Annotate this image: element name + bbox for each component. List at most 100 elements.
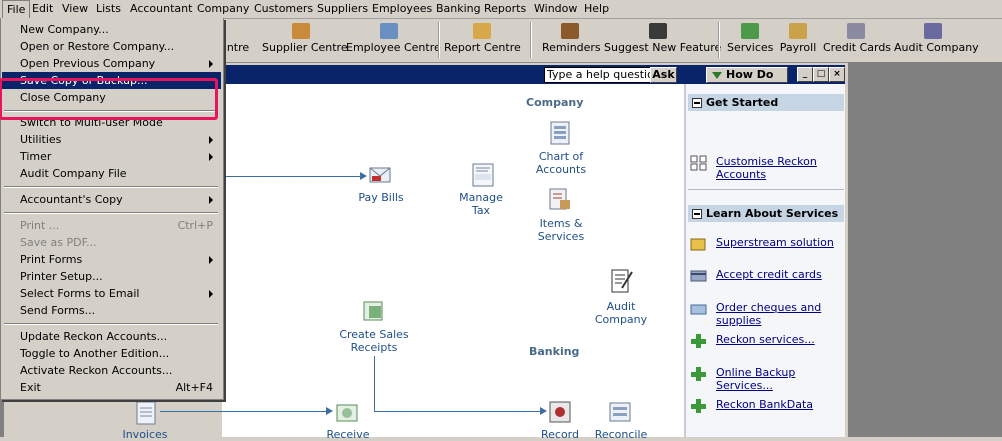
file-menu-dropdown: New Company... Open or Restore Company..… xyxy=(0,18,224,400)
toolbar-supplier-centre[interactable]: Supplier Centre xyxy=(262,21,348,60)
pay-bills-label[interactable]: Pay Bills xyxy=(356,191,406,204)
toolbar-audit-company[interactable]: Audit Company xyxy=(894,21,979,60)
menu-window[interactable]: Window xyxy=(530,0,581,18)
customise-reckon-link[interactable]: Customise Reckon Accounts xyxy=(690,155,844,183)
menu-customers[interactable]: Customers xyxy=(250,0,317,18)
menu-banking[interactable]: Banking xyxy=(432,0,485,18)
plus-icon xyxy=(691,367,706,381)
chart-of-accounts-label[interactable]: Chart of Accounts xyxy=(531,150,591,176)
get-started-header[interactable]: Get Started xyxy=(688,94,844,111)
menu-item-exit[interactable]: Exit Alt+F4 xyxy=(2,379,221,396)
record-deposits-icon[interactable] xyxy=(547,399,573,425)
submenu-arrow-icon xyxy=(209,256,213,264)
reckon-bankdata-link[interactable]: Reckon BankData xyxy=(690,398,844,414)
create-sales-receipts-label[interactable]: Create Sales Receipts xyxy=(338,328,410,354)
annotation-highlight-box xyxy=(0,78,218,120)
chevron-down-icon xyxy=(712,71,722,79)
manage-tax-icon[interactable] xyxy=(470,162,496,188)
menu-file[interactable]: File xyxy=(2,0,31,18)
minimize-button[interactable]: _ xyxy=(797,67,813,82)
menu-item-activate-reckon[interactable]: Activate Reckon Accounts... xyxy=(2,362,221,379)
toolbar-report-centre[interactable]: Report Centre xyxy=(444,21,521,60)
maximize-button[interactable]: □ xyxy=(813,67,829,82)
reminders-icon xyxy=(561,23,579,39)
reconcile-label[interactable]: Reconcile xyxy=(593,428,649,441)
flow-line xyxy=(374,411,542,412)
toolbar-credit-cards[interactable]: Credit Cards xyxy=(823,21,891,60)
menu-item-audit-company-file[interactable]: Audit Company File xyxy=(2,165,221,182)
menu-item-printer-setup[interactable]: Printer Setup... xyxy=(2,268,221,285)
order-cheques-link[interactable]: Order cheques and supplies xyxy=(690,301,844,329)
online-backup-link[interactable]: Online Backup Services... xyxy=(690,366,844,392)
chart-of-accounts-icon[interactable] xyxy=(547,120,573,146)
menu-separator xyxy=(4,186,218,188)
items-services-label[interactable]: Items & Services xyxy=(531,217,591,243)
toolbar-payroll[interactable]: Payroll xyxy=(778,21,818,60)
toolbar-separator xyxy=(718,22,720,58)
toolbar-suggest-new-feature[interactable]: Suggest New Feature xyxy=(604,21,721,60)
toolbar-customer-centre[interactable]: ntre xyxy=(218,21,258,60)
learn-about-services-header[interactable]: Learn About Services xyxy=(688,205,844,222)
audit-company-home-label[interactable]: Audit Company xyxy=(591,300,651,326)
menu-lists[interactable]: Lists xyxy=(92,0,125,18)
accept-credit-cards-link[interactable]: Accept credit cards xyxy=(690,268,844,284)
collapse-icon[interactable] xyxy=(692,98,702,108)
menu-item-timer[interactable]: Timer xyxy=(2,148,221,165)
flow-line xyxy=(160,411,328,412)
sidebar-divider xyxy=(688,189,844,190)
menu-suppliers[interactable]: Suppliers xyxy=(313,0,372,18)
menu-item-update-reckon[interactable]: Update Reckon Accounts... xyxy=(2,328,221,345)
collapse-icon[interactable] xyxy=(692,209,702,219)
manage-tax-label[interactable]: Manage Tax xyxy=(456,191,506,217)
how-do-i-button[interactable]: How Do I? xyxy=(706,67,788,95)
submenu-arrow-icon xyxy=(209,136,213,144)
menu-item-select-forms-email[interactable]: Select Forms to Email xyxy=(2,285,221,302)
menu-item-toggle-edition[interactable]: Toggle to Another Edition... xyxy=(2,345,221,362)
invoices-icon[interactable] xyxy=(133,400,159,426)
menu-item-open-previous[interactable]: Open Previous Company xyxy=(2,55,221,72)
menu-item-print-forms[interactable]: Print Forms xyxy=(2,251,221,268)
menu-reports[interactable]: Reports xyxy=(480,0,530,18)
items-services-icon[interactable] xyxy=(547,186,573,212)
create-sales-receipts-icon[interactable] xyxy=(361,298,387,324)
menu-item-open-restore[interactable]: Open or Restore Company... xyxy=(2,38,221,55)
menu-view[interactable]: View xyxy=(58,0,92,18)
home-flowchart xyxy=(222,84,684,437)
menu-item-send-forms[interactable]: Send Forms... xyxy=(2,302,221,319)
toolbar-separator xyxy=(530,22,532,58)
customer-centre-icon xyxy=(229,23,247,39)
menu-employees[interactable]: Employees xyxy=(368,0,436,18)
flow-line xyxy=(374,356,375,411)
reckon-services-link[interactable]: Reckon services... xyxy=(690,333,844,349)
flow-arrow xyxy=(360,172,367,180)
record-label[interactable]: Record xyxy=(535,428,585,441)
invoices-label[interactable]: Invoices xyxy=(120,428,170,441)
close-button[interactable]: × xyxy=(829,67,845,82)
menu-item-new-company[interactable]: New Company... xyxy=(2,21,221,38)
toolbar-reminders[interactable]: Reminders xyxy=(542,21,601,60)
reconcile-icon[interactable] xyxy=(607,399,633,425)
menu-item-utilities[interactable]: Utilities xyxy=(2,131,221,148)
flow-arrow xyxy=(326,407,333,415)
menu-edit[interactable]: Edit xyxy=(28,0,57,18)
menu-company[interactable]: Company xyxy=(193,0,253,18)
receive-label[interactable]: Receive xyxy=(322,428,374,441)
company-section-heading: Company xyxy=(526,96,584,109)
menu-item-accountants-copy[interactable]: Accountant's Copy xyxy=(2,191,221,208)
ask-button[interactable]: Ask xyxy=(650,67,677,83)
employee-centre-icon xyxy=(380,23,398,39)
menu-item-print: Print ... Ctrl+P xyxy=(20,219,213,232)
pay-bills-icon[interactable] xyxy=(367,162,393,188)
payroll-icon xyxy=(789,23,807,39)
report-centre-icon xyxy=(473,23,491,39)
submenu-arrow-icon xyxy=(209,153,213,161)
superstream-link[interactable]: Superstream solution xyxy=(690,236,844,252)
help-search-input[interactable]: Type a help question xyxy=(544,67,652,83)
menu-accountant[interactable]: Accountant xyxy=(126,0,196,18)
menu-help[interactable]: Help xyxy=(580,0,613,18)
toolbar-services[interactable]: Services xyxy=(727,21,773,60)
credit-cards-icon xyxy=(847,23,865,39)
receive-payments-icon[interactable] xyxy=(334,399,360,425)
audit-company-home-icon[interactable] xyxy=(608,268,634,294)
toolbar-employee-centre[interactable]: Employee Centre xyxy=(346,21,441,60)
